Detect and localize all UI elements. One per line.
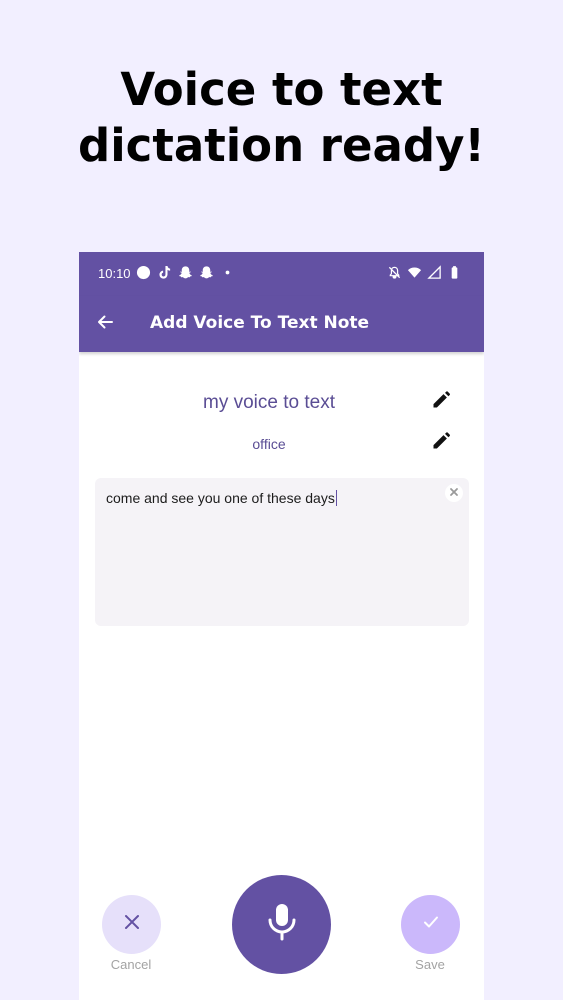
note-text-value: come and see you one of these days <box>106 490 335 506</box>
pencil-icon <box>431 431 451 456</box>
cancel-button[interactable] <box>102 895 161 954</box>
battery-icon <box>447 265 462 280</box>
note-title: my voice to text <box>203 392 335 413</box>
edit-category-button[interactable] <box>428 430 454 456</box>
text-caret <box>335 490 337 506</box>
save-label: Save <box>415 957 445 972</box>
promo-headline: Voice to text dictation ready! <box>0 62 563 174</box>
app-bar: Add Voice To Text Note <box>79 296 484 352</box>
notification-icons <box>136 265 235 280</box>
note-text-content[interactable]: come and see you one of these days <box>106 489 439 507</box>
back-button[interactable] <box>91 310 119 338</box>
wifi-icon <box>407 265 422 280</box>
page-title: Add Voice To Text Note <box>150 313 370 333</box>
check-icon <box>421 912 441 937</box>
status-bar: 10:10 <box>79 252 484 296</box>
dot-icon <box>220 265 235 280</box>
close-icon <box>449 484 459 502</box>
snapchat-icon <box>199 265 214 280</box>
save-button[interactable] <box>401 895 460 954</box>
cancel-label: Cancel <box>110 957 152 972</box>
arrow-left-icon <box>95 312 115 337</box>
signal-icon <box>427 265 442 280</box>
headline-line-1: Voice to text <box>120 63 443 116</box>
note-text-area[interactable]: come and see you one of these days <box>95 478 469 626</box>
pencil-icon <box>431 390 451 415</box>
system-icons <box>387 265 462 280</box>
headline-line-2: dictation ready! <box>78 119 485 172</box>
phone-screen: 10:10 Add Voice To Text Note my voice to… <box>79 252 484 1000</box>
snapchat-icon <box>178 265 193 280</box>
bell-off-icon <box>387 265 402 280</box>
microphone-icon <box>265 902 299 947</box>
tiktok-icon <box>157 265 172 280</box>
microphone-button[interactable] <box>232 875 331 974</box>
note-category: office <box>252 436 286 452</box>
status-time: 10:10 <box>98 266 131 281</box>
edit-title-button[interactable] <box>428 389 454 415</box>
close-icon <box>122 912 142 937</box>
clear-text-button[interactable] <box>445 484 463 502</box>
circle-icon <box>136 265 151 280</box>
